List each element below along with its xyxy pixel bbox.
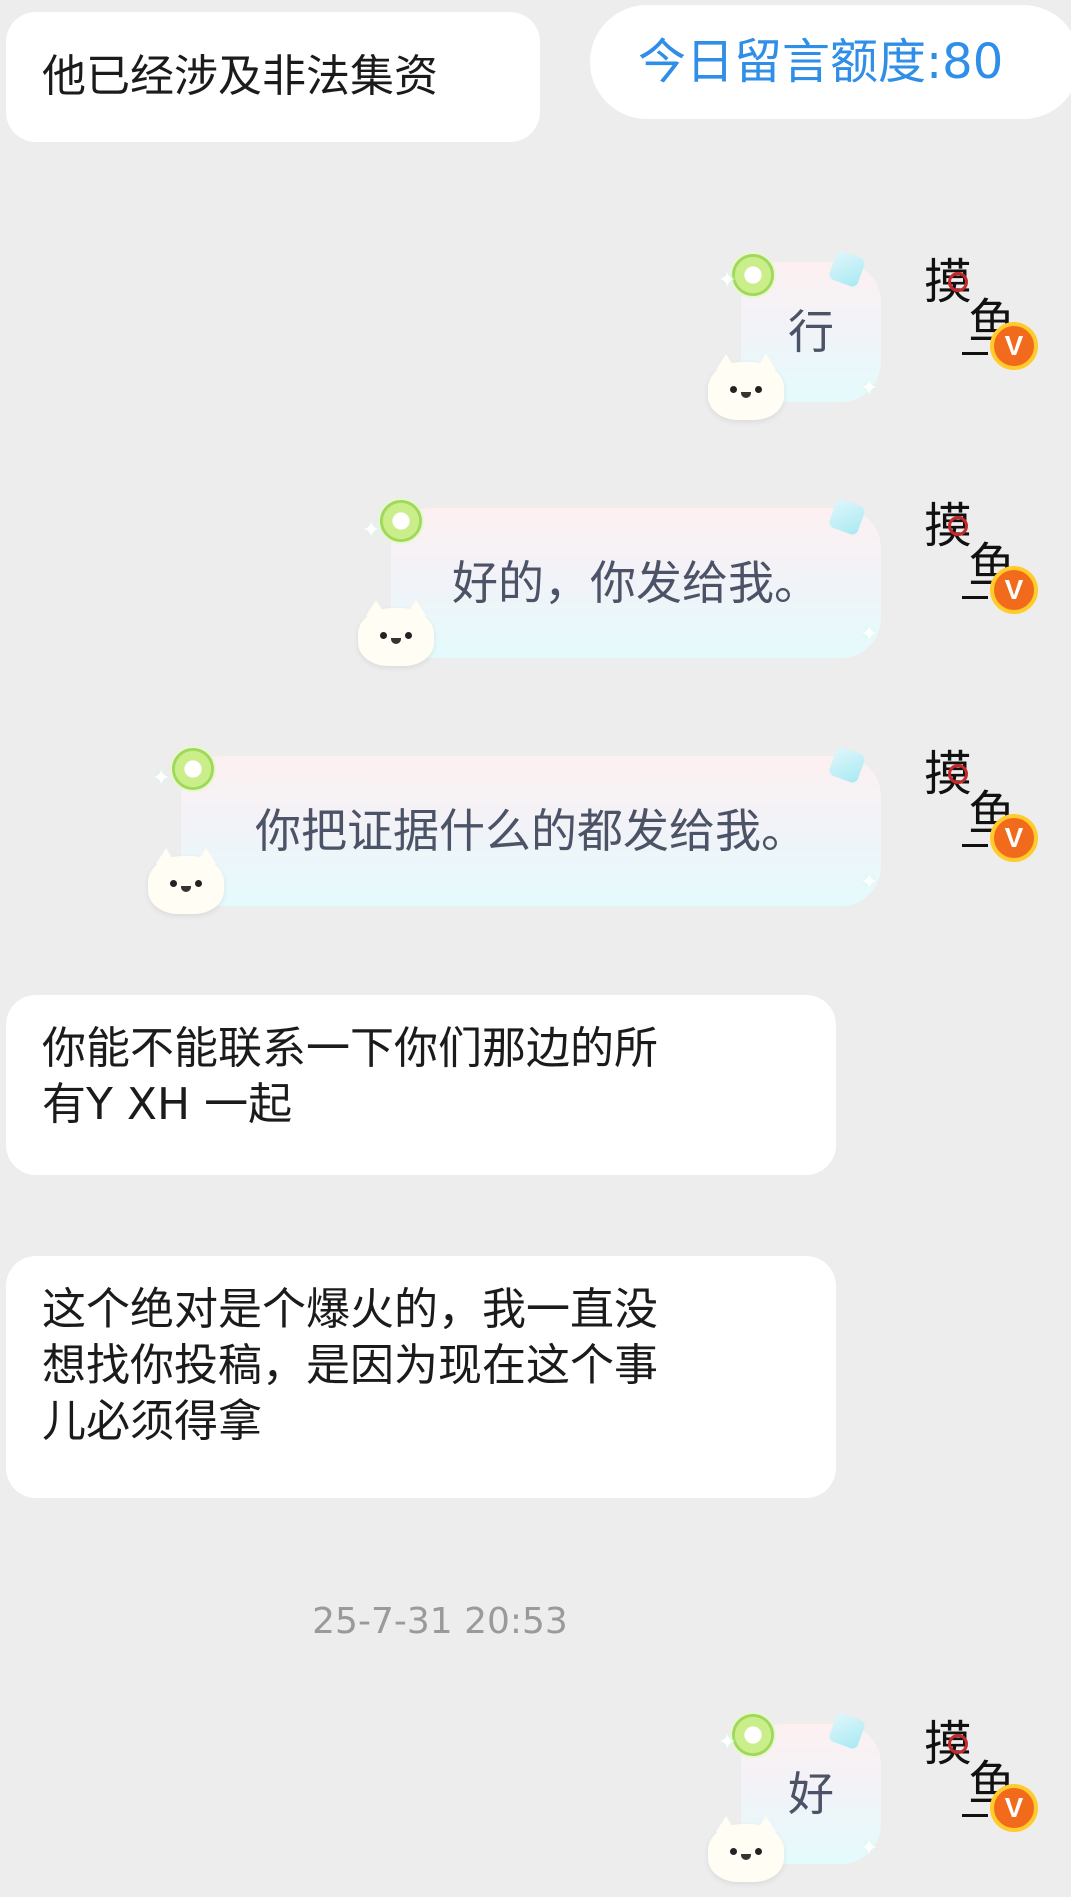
outgoing-message-bubble[interactable]: 行 bbox=[741, 262, 881, 402]
brush-stroke-icon bbox=[962, 1814, 988, 1817]
avatar[interactable]: 摸 鱼 V bbox=[918, 748, 1038, 868]
avatar[interactable]: 摸 鱼 V bbox=[918, 256, 1038, 376]
message-text-line: 你能不能联系一下你们那边的所 bbox=[42, 1023, 658, 1074]
seal-mark-icon bbox=[948, 764, 968, 784]
message-text: 你把证据什么的都发给我。 bbox=[255, 804, 807, 858]
outgoing-message-bubble[interactable]: 你把证据什么的都发给我。 bbox=[181, 756, 881, 906]
message-text-line: 儿必须得拿 bbox=[42, 1396, 262, 1447]
incoming-message-bubble[interactable]: 他已经涉及非法集资 bbox=[6, 12, 540, 142]
seal-mark-icon bbox=[948, 272, 968, 292]
avatar[interactable]: 摸 鱼 V bbox=[918, 500, 1038, 620]
message-text-line: 想找你投稿，是因为现在这个事 bbox=[42, 1340, 658, 1391]
message-quota-badge: 今日留言额度:80 bbox=[590, 5, 1071, 119]
incoming-message-bubble[interactable]: 你能不能联系一下你们那边的所 有Y XH 一起 bbox=[6, 995, 836, 1175]
verified-badge-icon: V bbox=[990, 1784, 1038, 1832]
message-text-line: 有Y XH 一起 bbox=[42, 1079, 293, 1130]
message-timestamp: 25-7-31 20:53 bbox=[312, 1601, 568, 1642]
brush-stroke-icon bbox=[962, 844, 988, 847]
message-text: 好的，你发给我。 bbox=[452, 556, 820, 610]
verified-badge-icon: V bbox=[990, 814, 1038, 862]
message-text: 他已经涉及非法集资 bbox=[42, 51, 438, 102]
seal-mark-icon bbox=[948, 1734, 968, 1754]
verified-badge-icon: V bbox=[990, 566, 1038, 614]
brush-stroke-icon bbox=[962, 596, 988, 599]
chat-window: 他已经涉及非法集资 今日留言额度:80 行 ✦ ✦ 摸 鱼 V 好的，你发给我。 bbox=[0, 0, 1071, 1897]
sparkle-icon: ✦ bbox=[718, 268, 737, 293]
outgoing-message-bubble[interactable]: 好 bbox=[741, 1724, 881, 1864]
message-text: 好 bbox=[788, 1767, 834, 1821]
avatar[interactable]: 摸 鱼 V bbox=[918, 1718, 1038, 1838]
sparkle-icon: ✦ bbox=[152, 766, 171, 791]
outgoing-message-bubble[interactable]: 好的，你发给我。 bbox=[391, 508, 881, 658]
message-text: 行 bbox=[788, 305, 834, 359]
sparkle-icon: ✦ bbox=[718, 1730, 737, 1755]
incoming-message-bubble[interactable]: 这个绝对是个爆火的，我一直没 想找你投稿，是因为现在这个事 儿必须得拿 bbox=[6, 1256, 836, 1498]
seal-mark-icon bbox=[948, 516, 968, 536]
verified-badge-icon: V bbox=[990, 322, 1038, 370]
brush-stroke-icon bbox=[962, 352, 988, 355]
sparkle-icon: ✦ bbox=[362, 518, 381, 543]
message-text-line: 这个绝对是个爆火的，我一直没 bbox=[42, 1284, 658, 1335]
